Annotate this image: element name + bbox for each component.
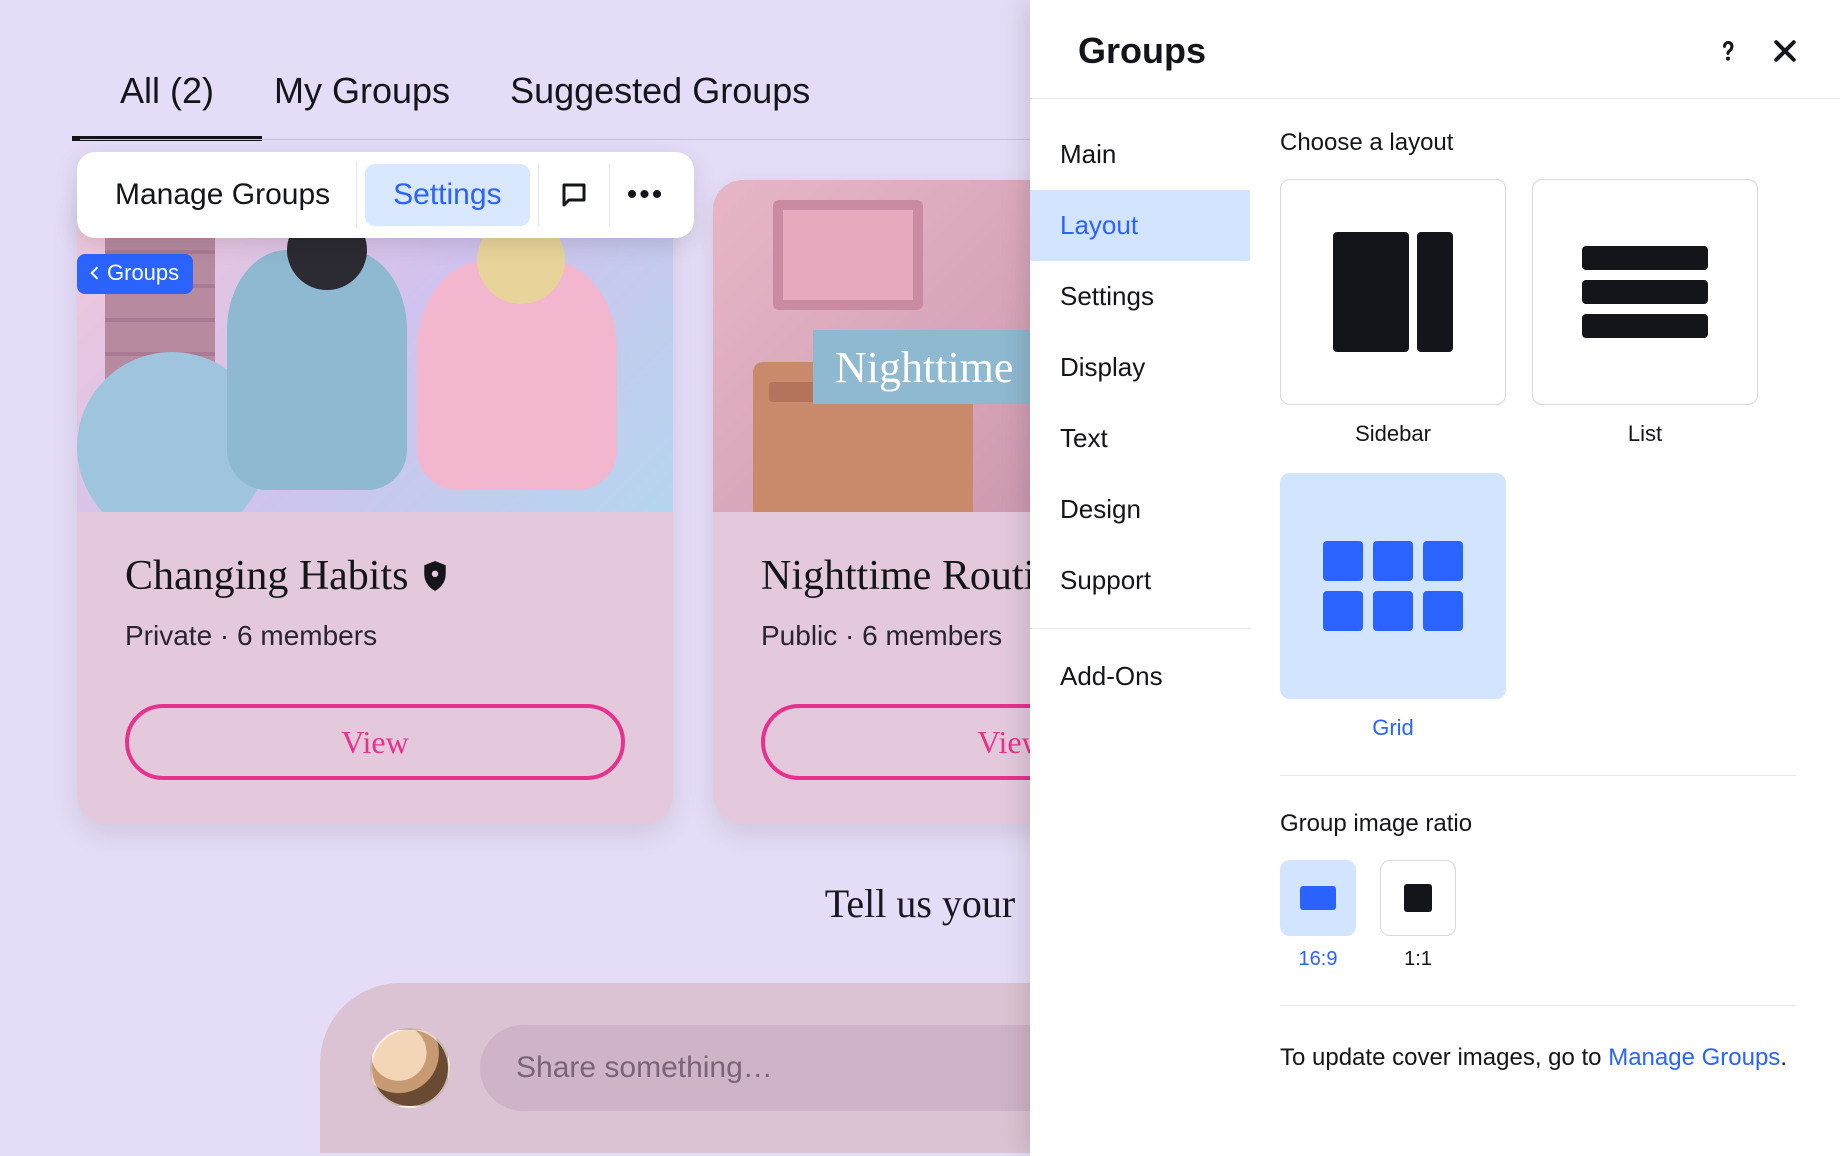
ratio-option-16-9[interactable]: 16:9 (1280, 860, 1356, 971)
divider (1280, 1005, 1796, 1006)
comment-icon[interactable] (538, 164, 610, 226)
close-icon[interactable] (1770, 36, 1800, 66)
help-icon[interactable] (1714, 37, 1742, 65)
group-title: Nighttime Routine (761, 552, 1075, 600)
settings-panel: Groups Main Layout Settings Display Text… (1030, 0, 1840, 1156)
group-title: Changing Habits (125, 552, 408, 600)
floating-toolbar: Manage Groups Settings ••• (77, 152, 694, 238)
tab-all[interactable]: All (2) (120, 70, 214, 140)
hint-text: To update cover images, go to Manage Gro… (1280, 1040, 1796, 1076)
group-meta: Private · 6 members (125, 620, 625, 652)
layout-option-grid[interactable]: Grid (1280, 473, 1506, 741)
nav-layout[interactable]: Layout (1030, 190, 1250, 261)
manage-groups-button[interactable]: Manage Groups (89, 162, 357, 228)
ratio-option-label: 16:9 (1280, 948, 1356, 971)
nav-addons[interactable]: Add-Ons (1030, 641, 1250, 712)
nav-settings[interactable]: Settings (1030, 261, 1250, 332)
ratio-label: Group image ratio (1280, 810, 1796, 838)
panel-title: Groups (1078, 30, 1206, 72)
choose-layout-label: Choose a layout (1280, 129, 1796, 157)
nav-separator (1030, 628, 1250, 629)
nav-support[interactable]: Support (1030, 545, 1250, 616)
panel-side-nav: Main Layout Settings Display Text Design… (1030, 99, 1250, 1156)
layout-option-label: Sidebar (1280, 421, 1506, 447)
nav-text[interactable]: Text (1030, 403, 1250, 474)
layout-option-list[interactable]: List (1532, 179, 1758, 447)
manage-groups-link[interactable]: Manage Groups (1608, 1044, 1780, 1071)
nav-display[interactable]: Display (1030, 332, 1250, 403)
nav-main[interactable]: Main (1030, 119, 1250, 190)
layout-option-sidebar[interactable]: Sidebar (1280, 179, 1506, 447)
view-button[interactable]: View (125, 704, 625, 780)
shield-icon (422, 561, 448, 591)
avatar (370, 1028, 450, 1108)
back-to-groups-chip[interactable]: Groups (77, 254, 193, 294)
ratio-option-label: 1:1 (1380, 948, 1456, 971)
nav-design[interactable]: Design (1030, 474, 1250, 545)
chevron-left-icon (87, 265, 103, 281)
layout-option-label: List (1532, 421, 1758, 447)
divider (1280, 775, 1796, 776)
back-chip-label: Groups (107, 260, 179, 286)
tab-suggested-groups[interactable]: Suggested Groups (510, 70, 810, 140)
layout-option-label: Grid (1280, 715, 1506, 741)
ratio-option-1-1[interactable]: 1:1 (1380, 860, 1456, 971)
tab-my-groups[interactable]: My Groups (274, 70, 450, 140)
settings-button[interactable]: Settings (365, 164, 529, 226)
more-icon[interactable]: ••• (610, 164, 682, 226)
